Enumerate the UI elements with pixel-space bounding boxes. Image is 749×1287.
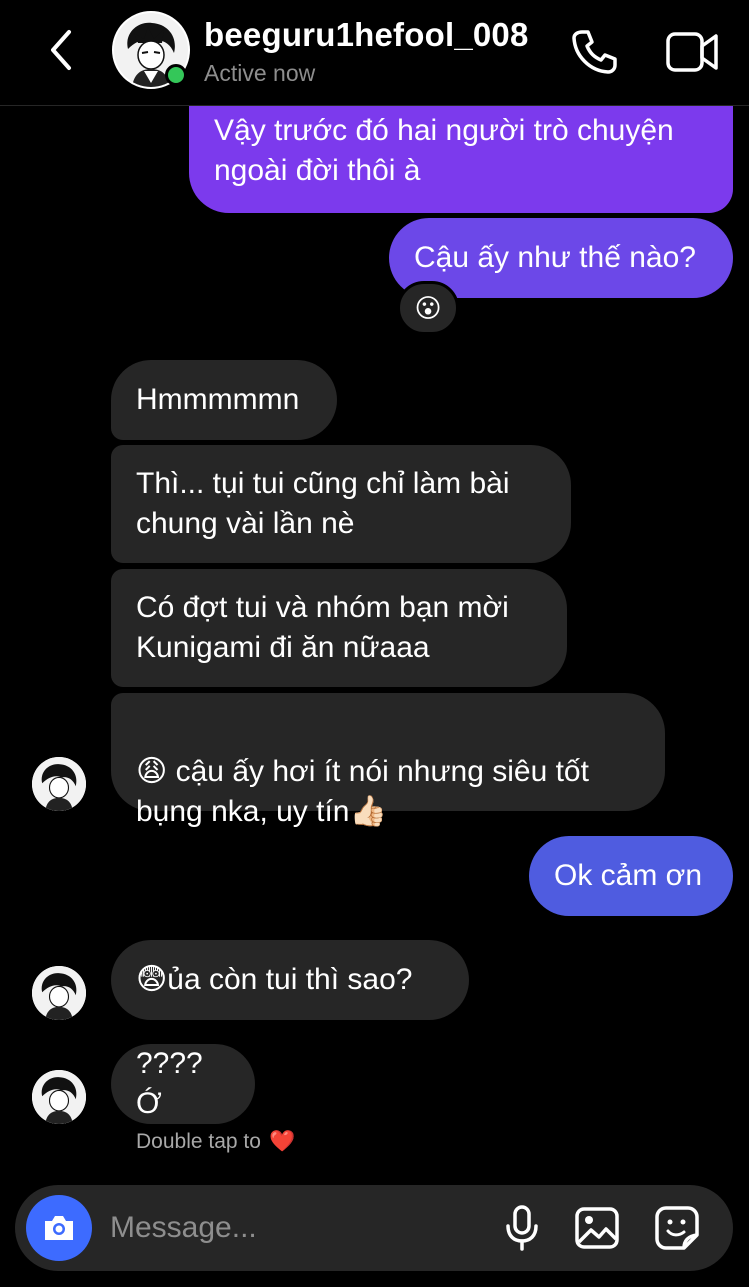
camera-button[interactable] (26, 1195, 92, 1261)
sender-avatar[interactable] (32, 966, 86, 1020)
double-tap-hint: Double tap to ❤️ (136, 1130, 295, 1154)
outgoing-message[interactable]: Ok cảm ơn (529, 836, 733, 916)
back-chevron-icon (51, 30, 71, 70)
message-text: Ok cảm ơn (554, 859, 703, 892)
gallery-icon (575, 1207, 619, 1249)
chat-username[interactable]: beeguru1hefool_008 (204, 16, 529, 54)
incoming-message[interactable]: 😩 cậu ấy hơi ít nói nhưng siêu tốt bụng … (111, 693, 665, 828)
sticker-icon (655, 1206, 699, 1250)
message-text: Có đợt tui và nhóm bạn mời Kunigami đi ă… (136, 591, 509, 664)
message-text: Vậy trước đó hai người trò chuyện ngoài … (214, 114, 674, 187)
fearful-emoji-icon: 😨 (136, 963, 168, 996)
online-indicator (165, 64, 187, 86)
incoming-message[interactable]: Thì... tụi tui cũng chỉ làm bài chung và… (111, 445, 571, 563)
camera-icon (45, 1216, 73, 1240)
phone-icon (572, 30, 617, 74)
video-call-button[interactable] (662, 26, 722, 78)
hint-text: Double tap to (136, 1130, 261, 1153)
heart-icon: ❤️ (268, 1130, 296, 1153)
avatar (32, 966, 86, 1020)
surprised-emoji-icon: 😮 (414, 292, 442, 323)
message-text: Cậu ấy như thế nào? (414, 241, 696, 274)
message-text: ủa còn tui thì sao? (167, 963, 413, 996)
message-reaction[interactable]: 😮 (397, 281, 459, 335)
sender-avatar[interactable] (32, 1070, 86, 1124)
back-button[interactable] (40, 28, 84, 72)
outgoing-message[interactable]: Vậy trước đó hai người trò chuyện ngoài … (189, 98, 733, 213)
active-status: Active now (204, 60, 316, 86)
avatar (32, 1070, 86, 1124)
message-text: cậu ấy hơi ít nói nhưng siêu tốt bụng nk… (136, 755, 589, 828)
incoming-message[interactable]: Có đợt tui và nhóm bạn mời Kunigami đi ă… (111, 569, 567, 687)
gallery-button[interactable] (572, 1203, 622, 1253)
message-text: ???? Ớ (136, 1047, 203, 1120)
weary-emoji-icon: 😩 (136, 755, 168, 788)
video-camera-icon (666, 32, 718, 72)
sender-avatar[interactable] (32, 757, 86, 811)
microphone-icon (506, 1205, 538, 1251)
profile-avatar-button[interactable] (112, 11, 190, 89)
incoming-message[interactable]: 😨 ủa còn tui thì sao? (111, 940, 469, 1020)
chat-header: beeguru1hefool_008 Active now (0, 0, 749, 106)
message-input[interactable] (110, 1204, 480, 1252)
message-composer (15, 1185, 733, 1271)
message-text: Thì... tụi tui cũng chỉ làm bài chung và… (136, 467, 510, 540)
incoming-message[interactable]: Hmmmmmn (111, 360, 337, 440)
voice-message-button[interactable] (497, 1203, 547, 1253)
avatar (32, 757, 86, 811)
incoming-message[interactable]: ???? Ớ (111, 1044, 255, 1124)
voice-call-button[interactable] (568, 26, 620, 78)
message-text: Hmmmmmn (136, 383, 300, 416)
sticker-button[interactable] (652, 1203, 702, 1253)
